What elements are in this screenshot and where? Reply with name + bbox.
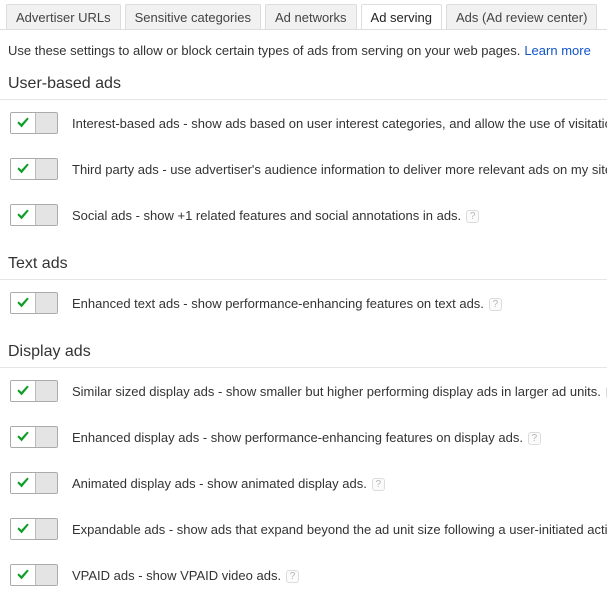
tab-ad-serving[interactable]: Ad serving [360, 4, 442, 29]
toggle-track [35, 381, 57, 401]
setting-row: Social ads - show +1 related features an… [0, 192, 607, 238]
settings-section: Display ads Similar sized display ads - s… [0, 343, 607, 598]
setting-toggle[interactable] [10, 292, 58, 314]
settings-sections: User-based ads Interest-based ads - show … [0, 75, 607, 598]
tab-label: Ads (Ad review center) [455, 10, 588, 25]
learn-more-link[interactable]: Learn more [524, 43, 590, 58]
toggle-track [35, 427, 57, 447]
setting-row-label: Enhanced text ads - show performance-enh… [72, 296, 502, 311]
setting-row: VPAID ads - show VPAID video ads.? [0, 552, 607, 598]
toggle-knob [11, 381, 35, 401]
checkmark-icon [17, 209, 29, 220]
settings-section: User-based ads Interest-based ads - show … [0, 75, 607, 238]
setting-row: Animated display ads - show animated dis… [0, 460, 607, 506]
setting-toggle[interactable] [10, 472, 58, 494]
tab-label: Ad networks [274, 10, 347, 25]
setting-label-text: Social ads - show +1 related features an… [72, 207, 462, 223]
checkmark-icon [17, 297, 29, 308]
setting-label-text: Expandable ads - show ads that expand be… [72, 521, 607, 537]
setting-toggle[interactable] [10, 564, 58, 586]
setting-label-text: Animated display ads - show animated dis… [72, 475, 367, 491]
setting-row-label: Third party ads - use advertiser's audie… [72, 162, 607, 177]
setting-row-label: Animated display ads - show animated dis… [72, 476, 385, 491]
toggle-knob [11, 113, 35, 133]
section-title: User-based ads [0, 75, 607, 100]
setting-toggle[interactable] [10, 204, 58, 226]
help-icon[interactable]: ? [371, 477, 385, 491]
setting-row: Expandable ads - show ads that expand be… [0, 506, 607, 552]
toggle-knob [11, 565, 35, 585]
checkmark-icon [17, 431, 29, 442]
setting-row: Enhanced text ads - show performance-enh… [0, 280, 607, 326]
toggle-knob [11, 159, 35, 179]
setting-row-label: Social ads - show +1 related features an… [72, 207, 480, 223]
tab-label: Ad serving [370, 10, 432, 25]
setting-toggle[interactable] [10, 518, 58, 540]
tab-label: Sensitive categories [134, 10, 251, 25]
toggle-knob [11, 519, 35, 539]
setting-label-text: VPAID ads - show VPAID video ads. [72, 567, 282, 583]
settings-tabstrip: Advertiser URLs Sensitive categories Ad … [0, 0, 607, 30]
toggle-track [35, 113, 57, 133]
setting-label-text: Enhanced text ads - show performance-enh… [72, 295, 484, 311]
toggle-track [35, 473, 57, 493]
setting-label-text: Enhanced display ads - show performance-… [72, 429, 523, 445]
tab-label: Advertiser URLs [16, 10, 111, 25]
setting-row-label: Expandable ads - show ads that expand be… [72, 522, 607, 537]
intro-text: Use these settings to allow or block cer… [8, 43, 521, 58]
toggle-track [35, 519, 57, 539]
toggle-track [35, 205, 57, 225]
checkmark-icon [17, 477, 29, 488]
setting-toggle[interactable] [10, 426, 58, 448]
tab-advertiser-urls[interactable]: Advertiser URLs [6, 4, 121, 29]
toggle-knob [11, 293, 35, 313]
setting-toggle[interactable] [10, 112, 58, 134]
toggle-knob [11, 427, 35, 447]
checkmark-icon [17, 569, 29, 580]
checkmark-icon [17, 117, 29, 128]
ad-serving-settings-page: Advertiser URLs Sensitive categories Ad … [0, 0, 607, 598]
setting-row: Similar sized display ads - show smaller… [0, 368, 607, 414]
setting-row-label: Similar sized display ads - show smaller… [72, 384, 607, 399]
setting-row: Third party ads - use advertiser's audie… [0, 146, 607, 192]
tab-ad-networks[interactable]: Ad networks [264, 4, 357, 29]
checkmark-icon [17, 163, 29, 174]
help-icon[interactable]: ? [488, 297, 502, 311]
intro-description: Use these settings to allow or block cer… [8, 43, 607, 58]
setting-label-text: Interest-based ads - show ads based on u… [72, 115, 607, 131]
setting-row: Enhanced display ads - show performance-… [0, 414, 607, 460]
setting-row-label: Enhanced display ads - show performance-… [72, 430, 541, 445]
toggle-track [35, 293, 57, 313]
toggle-track [35, 565, 57, 585]
help-icon[interactable]: ? [527, 431, 541, 445]
checkmark-icon [17, 385, 29, 396]
help-icon[interactable]: ? [466, 209, 480, 223]
setting-row-label: VPAID ads - show VPAID video ads.? [72, 567, 300, 583]
setting-toggle[interactable] [10, 380, 58, 402]
setting-toggle[interactable] [10, 158, 58, 180]
section-title: Display ads [0, 343, 607, 368]
setting-label-text: Third party ads - use advertiser's audie… [72, 161, 607, 177]
setting-label-text: Similar sized display ads - show smaller… [72, 383, 601, 399]
setting-row-label: Interest-based ads - show ads based on u… [72, 116, 607, 131]
toggle-track [35, 159, 57, 179]
setting-row: Interest-based ads - show ads based on u… [0, 100, 607, 146]
section-title: Text ads [0, 255, 607, 280]
settings-section: Text ads Enhanced text ads - show perform… [0, 255, 607, 326]
tab-sensitive-categories[interactable]: Sensitive categories [124, 4, 261, 29]
help-icon[interactable]: ? [286, 569, 300, 583]
checkmark-icon [17, 523, 29, 534]
tab-ads-ad-review-center[interactable]: Ads (Ad review center) [445, 4, 598, 29]
toggle-knob [11, 205, 35, 225]
toggle-knob [11, 473, 35, 493]
